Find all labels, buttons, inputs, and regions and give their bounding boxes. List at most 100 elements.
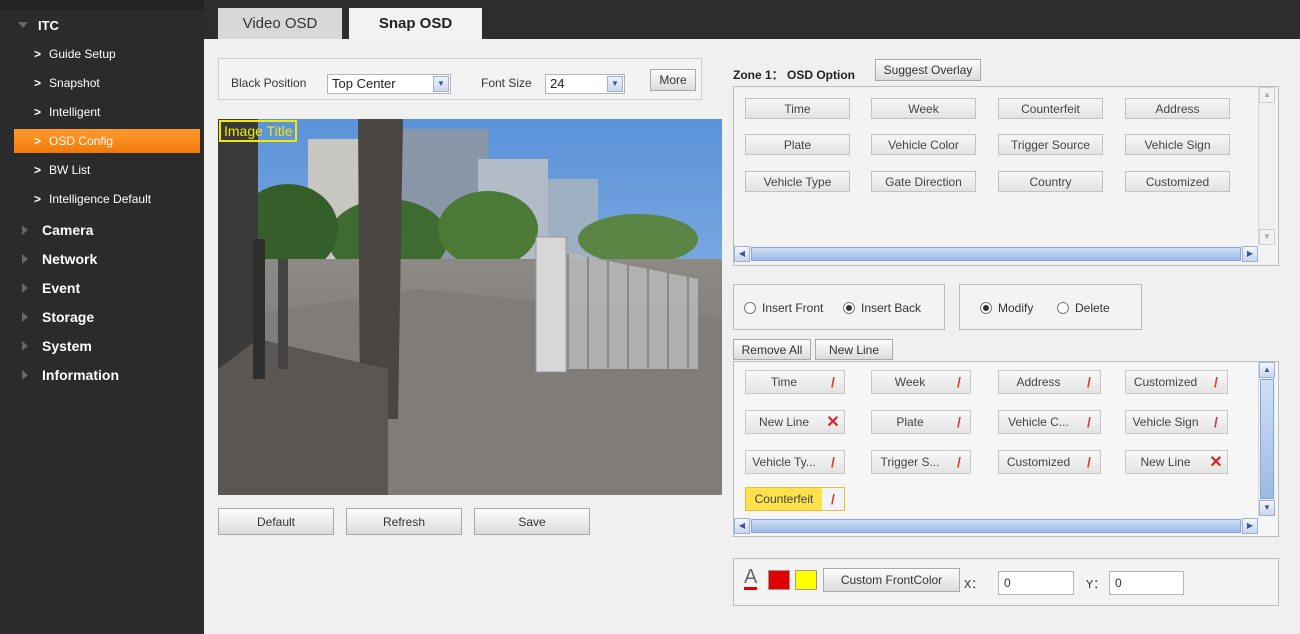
edit-pencil-icon[interactable]: / <box>822 488 844 510</box>
y-coordinate-input[interactable]: 0 <box>1109 571 1184 595</box>
tab-video-osd[interactable]: Video OSD <box>218 8 342 39</box>
edit-pencil-icon[interactable]: / <box>1078 411 1100 433</box>
custom-front-color-button[interactable]: Custom FrontColor <box>823 568 960 592</box>
delete-radio[interactable]: Delete <box>1057 301 1110 315</box>
selected-item-trigger-source[interactable]: Trigger S... / <box>871 450 971 474</box>
default-button[interactable]: Default <box>218 508 334 535</box>
sidebar-item-guide-setup[interactable]: > Guide Setup <box>0 42 204 66</box>
edit-pencil-icon[interactable]: / <box>948 411 970 433</box>
sidebar-item-intelligence-default[interactable]: > Intelligence Default <box>0 187 204 211</box>
sidebar-section-itc[interactable]: ITC <box>0 14 204 36</box>
sidebar-section-network[interactable]: Network <box>0 246 204 272</box>
scroll-thumb[interactable] <box>751 247 1241 261</box>
insert-back-radio[interactable]: Insert Back <box>843 301 921 315</box>
x-coordinate-input[interactable]: 0 <box>998 571 1074 595</box>
selected-item-address[interactable]: Address / <box>998 370 1101 394</box>
more-button[interactable]: More <box>650 69 696 91</box>
scroll-thumb[interactable] <box>1260 379 1274 499</box>
scroll-thumb[interactable] <box>751 519 1241 533</box>
black-position-select[interactable]: Top Center ▼ <box>327 74 451 94</box>
edit-pencil-icon[interactable]: / <box>948 451 970 473</box>
sidebar-section-camera[interactable]: Camera <box>0 217 204 243</box>
osd-option-vehicle-type[interactable]: Vehicle Type <box>745 171 850 192</box>
edit-pencil-icon[interactable]: / <box>822 371 844 393</box>
sidebar-section-event[interactable]: Event <box>0 275 204 301</box>
sidebar-item-label: Intelligence Default <box>49 192 152 206</box>
item-label: New Line <box>1140 455 1191 469</box>
osd-option-customized[interactable]: Customized <box>1125 171 1230 192</box>
front-color-swatch[interactable] <box>768 570 790 590</box>
insert-front-radio[interactable]: Insert Front <box>744 301 823 315</box>
modify-radio[interactable]: Modify <box>980 301 1033 315</box>
osd-option-counterfeit[interactable]: Counterfeit <box>998 98 1103 119</box>
selected-item-new-line[interactable]: New Line ✕ <box>745 410 845 434</box>
sidebar-section-information[interactable]: Information <box>0 362 204 388</box>
item-label: Customized <box>1133 375 1198 389</box>
selected-item-week[interactable]: Week / <box>871 370 971 394</box>
black-position-label: Black Position <box>231 76 307 90</box>
selected-item-vehicle-sign[interactable]: Vehicle Sign / <box>1125 410 1228 434</box>
delete-x-icon[interactable]: ✕ <box>1205 451 1227 473</box>
edit-pencil-icon[interactable]: / <box>948 371 970 393</box>
remove-all-button[interactable]: Remove All <box>733 339 811 360</box>
expand-triangle-icon <box>22 283 28 293</box>
scroll-left-icon[interactable]: ◀ <box>734 518 750 534</box>
edit-pencil-icon[interactable]: / <box>822 451 844 473</box>
scroll-right-icon[interactable]: ▶ <box>1242 246 1258 262</box>
chevron-down-icon: ▼ <box>607 76 623 92</box>
new-line-button[interactable]: New Line <box>815 339 893 360</box>
sidebar-item-osd-config[interactable]: > OSD Config <box>14 129 200 153</box>
item-label: Address <box>1016 375 1061 389</box>
sidebar-item-snapshot[interactable]: > Snapshot <box>0 71 204 95</box>
osd-option-vehicle-color[interactable]: Vehicle Color <box>871 134 976 155</box>
edit-pencil-icon[interactable]: / <box>1078 371 1100 393</box>
sidebar-item-label: OSD Config <box>49 134 114 148</box>
osd-option-vehicle-sign[interactable]: Vehicle Sign <box>1125 134 1230 155</box>
chevron-right-icon: > <box>34 47 42 61</box>
selected-item-counterfeit[interactable]: Counterfeit / <box>745 487 845 511</box>
scroll-down-icon[interactable]: ▼ <box>1259 229 1275 245</box>
refresh-button[interactable]: Refresh <box>346 508 462 535</box>
osd-option-week[interactable]: Week <box>871 98 976 119</box>
option-horizontal-scrollbar[interactable]: ◀ ▶ <box>734 246 1258 262</box>
expand-triangle-icon <box>22 254 28 264</box>
item-label: Week <box>894 375 926 389</box>
osd-option-plate[interactable]: Plate <box>745 134 850 155</box>
selected-item-vehicle-type[interactable]: Vehicle Ty... / <box>745 450 845 474</box>
edit-pencil-icon[interactable]: / <box>1205 411 1227 433</box>
selected-item-customized[interactable]: Customized / <box>1125 370 1228 394</box>
list-horizontal-scrollbar[interactable]: ◀ ▶ <box>734 518 1258 534</box>
scroll-up-icon[interactable]: ▲ <box>1259 87 1275 103</box>
back-color-swatch[interactable] <box>795 570 817 590</box>
suggest-overlay-button[interactable]: Suggest Overlay <box>875 59 981 81</box>
scroll-right-icon[interactable]: ▶ <box>1242 518 1258 534</box>
edit-pencil-icon[interactable]: / <box>1205 371 1227 393</box>
option-vertical-scrollbar[interactable]: ▲ ▼ <box>1258 87 1276 245</box>
selected-item-new-line-2[interactable]: New Line ✕ <box>1125 450 1228 474</box>
image-title-overlay[interactable]: Image Title <box>219 120 298 142</box>
osd-option-trigger-source[interactable]: Trigger Source <box>998 134 1103 155</box>
selected-item-customized-2[interactable]: Customized / <box>998 450 1101 474</box>
osd-option-address[interactable]: Address <box>1125 98 1230 119</box>
font-size-select[interactable]: 24 ▼ <box>545 74 625 94</box>
chevron-right-icon: > <box>34 192 42 206</box>
sidebar-section-system[interactable]: System <box>0 333 204 359</box>
osd-option-gate-direction[interactable]: Gate Direction <box>871 171 976 192</box>
scroll-left-icon[interactable]: ◀ <box>734 246 750 262</box>
sidebar-item-bw-list[interactable]: > BW List <box>0 158 204 182</box>
selected-item-plate[interactable]: Plate / <box>871 410 971 434</box>
tab-snap-osd[interactable]: Snap OSD <box>349 8 482 39</box>
osd-option-country[interactable]: Country <box>998 171 1103 192</box>
scroll-up-icon[interactable]: ▲ <box>1259 362 1275 378</box>
save-button[interactable]: Save <box>474 508 590 535</box>
scroll-down-icon[interactable]: ▼ <box>1259 500 1275 516</box>
delete-x-icon[interactable]: ✕ <box>822 411 844 433</box>
item-label: Customized <box>1006 455 1071 469</box>
edit-pencil-icon[interactable]: / <box>1078 451 1100 473</box>
sidebar-section-storage[interactable]: Storage <box>0 304 204 330</box>
sidebar-item-intelligent[interactable]: > Intelligent <box>0 100 204 124</box>
list-vertical-scrollbar[interactable]: ▲ ▼ <box>1258 362 1276 516</box>
osd-option-time[interactable]: Time <box>745 98 850 119</box>
selected-item-vehicle-color[interactable]: Vehicle C... / <box>998 410 1101 434</box>
selected-item-time[interactable]: Time / <box>745 370 845 394</box>
